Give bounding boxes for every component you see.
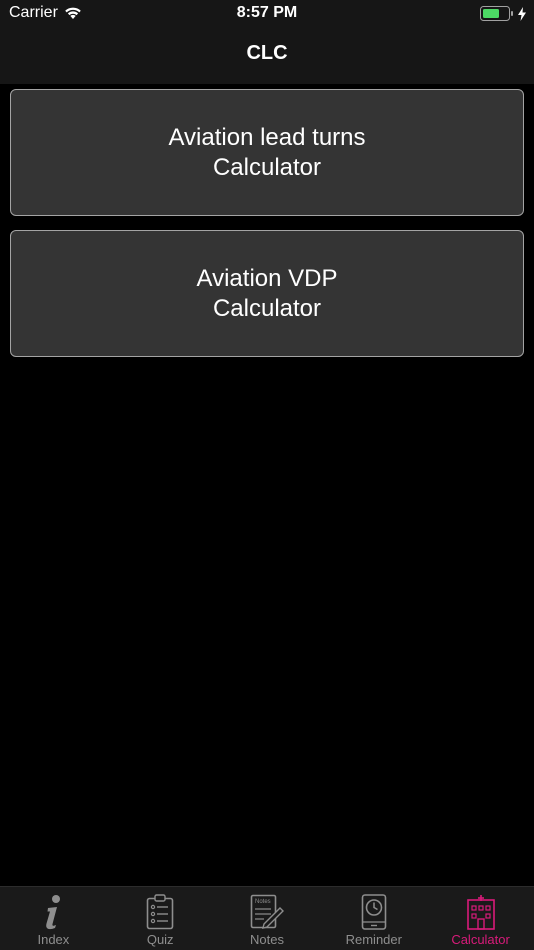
vdp-calculator-button[interactable]: Aviation VDP Calculator <box>10 230 524 357</box>
battery-charging-icon <box>480 6 526 22</box>
clipboard-icon <box>146 893 174 931</box>
clock-phone-icon <box>361 893 387 931</box>
tab-label: Notes <box>250 932 284 947</box>
tab-label: Quiz <box>146 932 174 947</box>
tab-bar: Index Quiz Notes Notes Reminder Calculat… <box>0 886 534 950</box>
button-label-line2: Calculator <box>212 153 322 181</box>
info-icon <box>40 893 66 931</box>
notes-icon: Notes <box>250 893 284 931</box>
button-label-line2: Calculator <box>212 294 322 322</box>
page-title: CLC <box>246 42 288 64</box>
header: Carrier 8:57 PM CLC <box>0 0 534 84</box>
button-label-line1: Aviation VDP <box>196 264 338 292</box>
main-content: Aviation lead turns Calculator Aviation … <box>0 84 534 886</box>
tab-reminder[interactable]: Reminder <box>320 887 427 950</box>
tab-calculator[interactable]: Calculator <box>427 887 534 950</box>
tab-label: Index <box>37 932 70 947</box>
svg-text:Notes: Notes <box>255 899 271 905</box>
status-time: 8:57 PM <box>236 4 298 21</box>
tab-notes[interactable]: Notes Notes <box>214 887 321 950</box>
lead-turns-calculator-button[interactable]: Aviation lead turns Calculator <box>10 89 524 216</box>
hospital-icon <box>466 893 496 931</box>
tab-quiz[interactable]: Quiz <box>107 887 214 950</box>
status-bar: Carrier 8:57 PM <box>0 0 534 28</box>
tab-index[interactable]: Index <box>0 887 107 950</box>
button-label-line1: Aviation lead turns <box>168 123 366 151</box>
charging-bolt-icon <box>518 7 526 21</box>
tab-label: Reminder <box>345 932 402 947</box>
tab-label: Calculator <box>451 932 510 947</box>
